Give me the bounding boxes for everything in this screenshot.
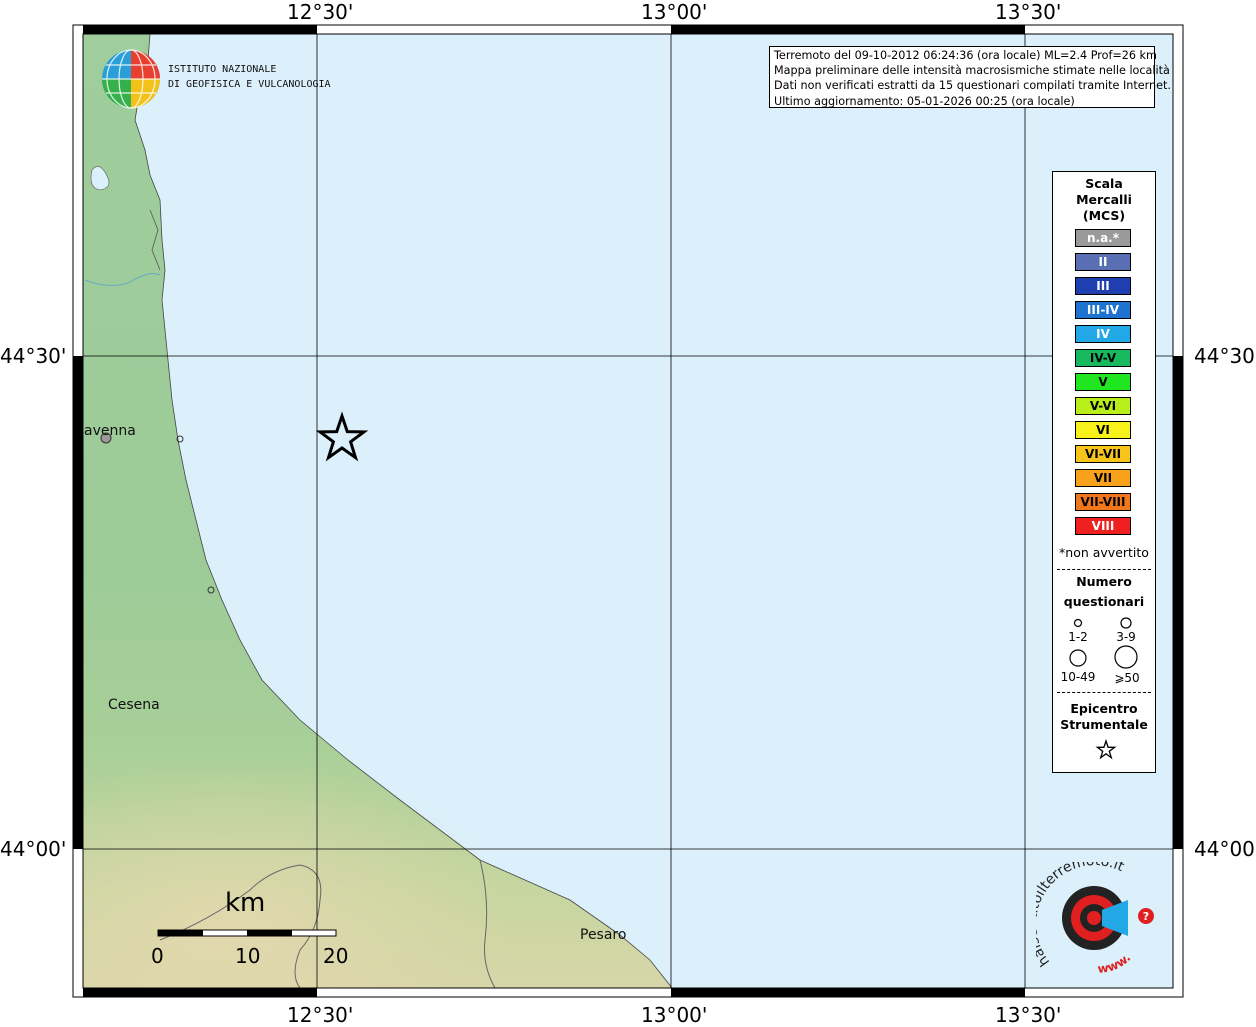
- lon-label-top-3: 13°30': [995, 0, 1062, 24]
- intensity-legend: Scala Mercalli (MCS) n.a.* II III III-IV IV I…: [1052, 171, 1156, 773]
- count-label: 10-49: [1060, 670, 1096, 684]
- mcs-class-box: III: [1075, 277, 1131, 295]
- legend-divider: [1057, 692, 1151, 693]
- place-cesena: Cesena: [108, 697, 160, 713]
- event-info-line: Ultimo aggiornamento: 05-01-2026 00:25 (…: [774, 94, 1075, 108]
- lat-label-right-2: 44°00': [1194, 837, 1256, 861]
- lon-label-bottom-3: 13°30': [995, 1003, 1062, 1027]
- ingv-name-line1: ISTITUTO NAZIONALE: [168, 64, 277, 75]
- lon-label-top-1: 12°30': [287, 0, 354, 24]
- lat-label-right-1: 44°30': [1194, 344, 1256, 368]
- place-ravenna: avenna: [84, 423, 136, 439]
- epicenter-title-line: Epicentro: [1070, 701, 1138, 716]
- event-info-line: Dati non verificati estratti da 15 quest…: [774, 79, 1171, 93]
- mcs-class-box: IV-V: [1075, 349, 1131, 367]
- count-symbol-small: [1073, 618, 1083, 628]
- lat-label-left-2: 44°00': [0, 837, 67, 861]
- lon-label-bottom-1: 12°30': [287, 1003, 354, 1027]
- mcs-class-box: V-VI: [1075, 397, 1131, 415]
- ingv-logo: ISTITUTO NAZIONALE DI GEOFISICA E VULCAN…: [100, 48, 331, 110]
- legend-title-line: Scala: [1085, 176, 1123, 191]
- count-symbol-xlarge: [1114, 645, 1138, 669]
- mcs-class-box: VIII: [1075, 517, 1131, 535]
- count-symbol-medium: [1120, 617, 1132, 629]
- count-label: ⩾50: [1114, 671, 1140, 685]
- svg-text:www.: www.: [1097, 951, 1134, 976]
- lon-label-top-2: 13°00': [641, 0, 708, 24]
- not-felt-note: *non avvertito: [1059, 545, 1149, 560]
- svg-text:haisentitoilterremoto.it: haisentitoilterremoto.it: [1036, 862, 1127, 969]
- ingv-name-line2: DI GEOFISICA E VULCANOLOGIA: [168, 79, 331, 90]
- mcs-class-box: VI-VII: [1075, 445, 1131, 463]
- place-pesaro: Pesaro: [580, 927, 627, 943]
- scalebar-tick-label: 20: [323, 944, 349, 968]
- mcs-class-box: VII: [1075, 469, 1131, 487]
- count-label: 3-9: [1116, 630, 1136, 644]
- count-title-line: questionari: [1063, 594, 1145, 609]
- scalebar-unit: km: [225, 888, 266, 918]
- mcs-class-box: V: [1075, 373, 1131, 391]
- event-info-line: Mappa preliminare delle intensità macros…: [774, 64, 1170, 78]
- count-label: 1-2: [1068, 630, 1088, 644]
- legend-title-line: (MCS): [1082, 208, 1126, 223]
- hsit-logo-text: haisentitoilterremoto.it: [1036, 862, 1127, 969]
- event-info-box: Terremoto del 09-10-2012 06:24:36 (ora l…: [769, 46, 1171, 108]
- epicenter-star-icon: [1095, 739, 1117, 760]
- mcs-class-box: n.a.*: [1075, 229, 1131, 247]
- hsit-logo[interactable]: ? haisentitoilterremoto.it www.: [1036, 862, 1158, 980]
- legend-title-line: Mercalli: [1076, 192, 1132, 207]
- count-title-line: Numero: [1076, 574, 1132, 589]
- lat-label-left-1: 44°30': [0, 344, 67, 368]
- scale-bar: [157, 929, 337, 937]
- count-symbol-large: [1069, 649, 1087, 667]
- mcs-class-box: IV: [1075, 325, 1131, 343]
- hsit-logo-text-ring: haisentitoilterremoto.it www.: [1036, 862, 1134, 976]
- legend-divider: [1057, 569, 1151, 570]
- epicenter-title-line: Strumentale: [1060, 717, 1148, 732]
- lon-label-bottom-2: 13°00': [641, 1003, 708, 1027]
- event-info-line: Terremoto del 09-10-2012 06:24:36 (ora l…: [774, 49, 1157, 62]
- globe-icon: [102, 49, 160, 109]
- mcs-class-box: III-IV: [1075, 301, 1131, 319]
- scalebar-tick-label: 0: [151, 944, 164, 968]
- mcs-class-box: II: [1075, 253, 1131, 271]
- hsit-logo-www: www.: [1097, 951, 1134, 976]
- scalebar-tick-label: 10: [235, 944, 261, 968]
- mcs-class-box: VII-VIII: [1075, 493, 1131, 511]
- mcs-class-box: VI: [1075, 421, 1131, 439]
